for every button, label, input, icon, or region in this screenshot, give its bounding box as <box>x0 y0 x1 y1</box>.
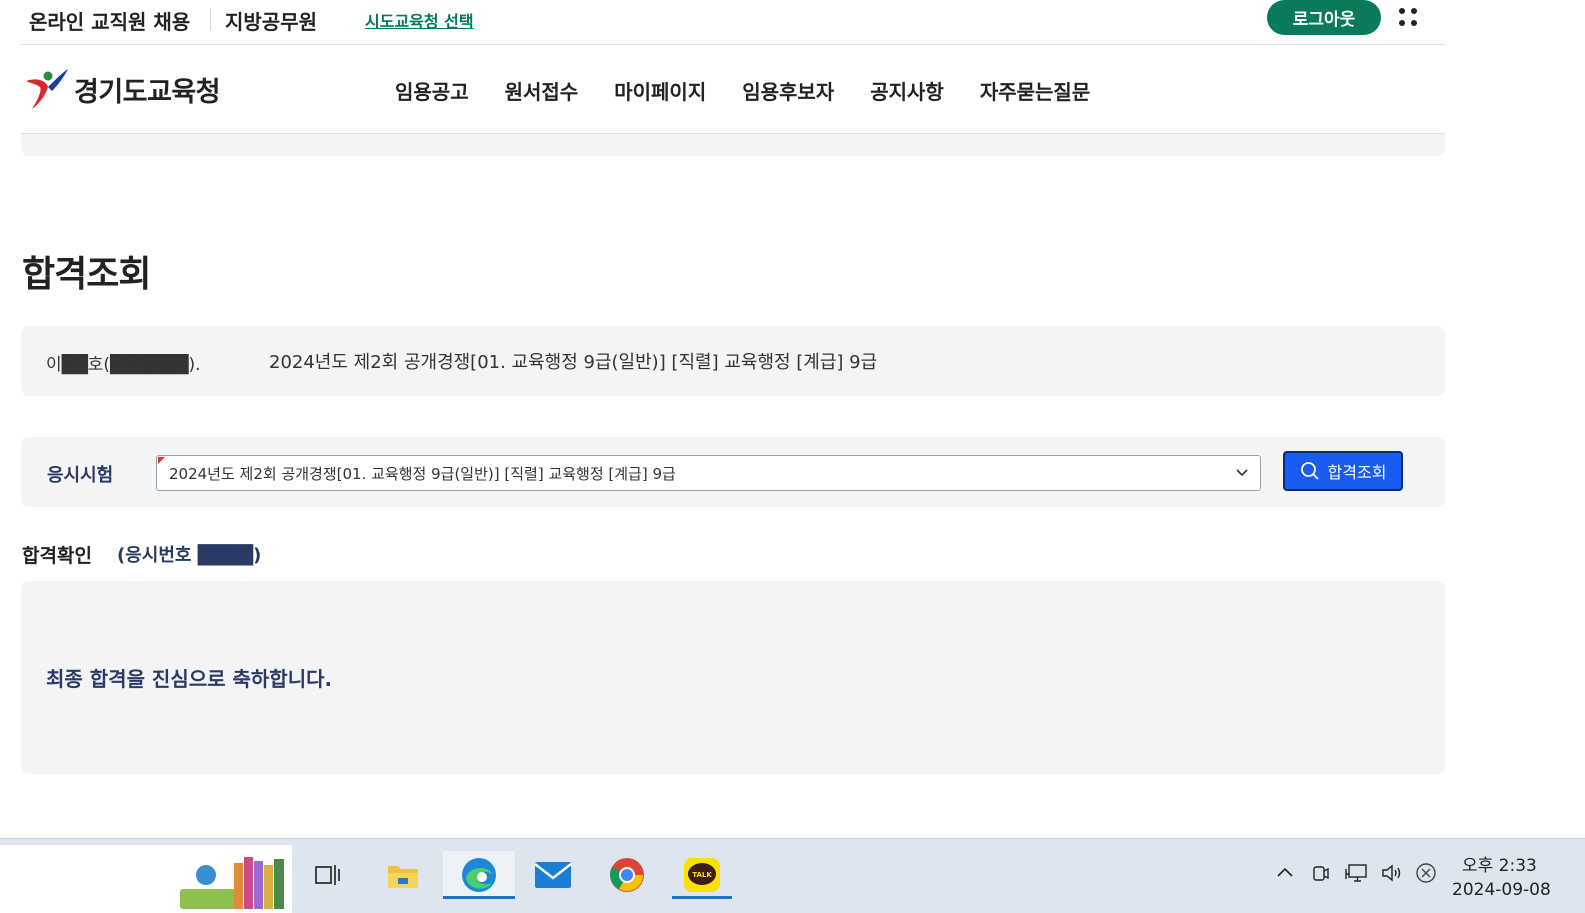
search-button-label: 합격조회 <box>1327 463 1387 482</box>
submenu-band <box>21 134 1445 156</box>
chrome-button[interactable] <box>601 851 653 899</box>
required-marker <box>158 457 165 464</box>
page-title: 합격조회 <box>22 254 151 295</box>
exam-number: (응시번호 ████) <box>117 545 262 566</box>
chevron-up-icon <box>1277 867 1293 877</box>
kakao-label: TALK <box>692 871 712 879</box>
close-circle-button[interactable] <box>1414 861 1438 885</box>
tray-overflow-button[interactable] <box>1273 861 1297 885</box>
active-indicator <box>443 896 515 899</box>
exam-select-value: 2024년도 제2회 공개경쟁[01. 교육행정 9급(일반)] [직렬] 교육… <box>169 465 676 483</box>
windows-taskbar: TALK 오후 2:33 2024-09-08 <box>0 838 1585 913</box>
all-menu-icon[interactable] <box>1397 6 1421 30</box>
nav-item-candidates[interactable]: 임용후보자 <box>742 76 834 105</box>
search-icon <box>1300 462 1319 480</box>
search-result-button[interactable]: 합격조회 <box>1283 451 1403 491</box>
chrome-icon <box>610 858 644 892</box>
mail-icon <box>534 862 572 888</box>
result-panel: 최종 합격을 진심으로 축하합니다. <box>21 581 1445 774</box>
chevron-down-icon <box>1236 469 1248 477</box>
gyeonggi-logo-icon <box>26 69 68 109</box>
nav-item-announcements[interactable]: 임용공고 <box>395 76 469 105</box>
volume-icon <box>1382 864 1401 882</box>
edge-button[interactable] <box>443 851 515 899</box>
result-label: 합격확인 <box>22 545 92 567</box>
applicant-name: 이██호(██████). <box>46 355 201 375</box>
camera-button[interactable] <box>1309 861 1333 885</box>
exam-select-label: 응시시험 <box>47 465 114 486</box>
kakaotalk-icon: TALK <box>684 858 720 892</box>
network-icon <box>1345 864 1367 882</box>
folder-icon <box>388 866 418 888</box>
kakaotalk-button[interactable]: TALK <box>672 851 732 899</box>
edge-icon <box>462 858 496 892</box>
mail-button[interactable] <box>527 851 579 899</box>
utility-bar: 온라인 교직원 채용 지방공무원 시도교육청 선택 로그아웃 <box>0 0 1446 44</box>
divider <box>210 8 211 30</box>
site-header: 경기도교육청 임용공고 원서접수 마이페이지 임용후보자 공지사항 자주묻는질문 <box>0 45 1446 133</box>
active-indicator <box>672 896 732 899</box>
applicant-exam: 2024년도 제2회 공개경쟁[01. 교육행정 9급(일반)] [직렬] 교육… <box>269 352 878 373</box>
file-explorer-button[interactable] <box>377 851 429 899</box>
nav-item-application[interactable]: 원서접수 <box>505 76 579 105</box>
clock-time[interactable]: 오후 2:33 <box>1462 851 1537 876</box>
clock-date[interactable]: 2024-09-08 <box>1452 880 1551 900</box>
volume-button[interactable] <box>1380 861 1404 885</box>
category-link[interactable]: 지방공무원 <box>225 6 317 35</box>
logo[interactable]: 경기도교육청 <box>24 67 221 111</box>
camera-icon <box>1313 866 1329 881</box>
close-circle-icon <box>1416 863 1436 883</box>
taskbar-search-area[interactable] <box>0 845 292 913</box>
office-select-link[interactable]: 시도교육청 선택 <box>365 8 474 32</box>
result-message: 최종 합격을 진심으로 축하합니다. <box>46 667 333 691</box>
logout-button[interactable]: 로그아웃 <box>1267 0 1381 35</box>
exam-select-dropdown[interactable]: 2024년도 제2회 공개경쟁[01. 교육행정 9급(일반)] [직렬] 교육… <box>156 455 1261 491</box>
nav-item-faq[interactable]: 자주묻는질문 <box>980 76 1090 105</box>
task-view-button[interactable] <box>302 851 354 899</box>
books-widget-icon <box>180 857 284 909</box>
exam-select-panel: 응시시험 2024년도 제2회 공개경쟁[01. 교육행정 9급(일반)] [직… <box>21 437 1445 507</box>
logo-text: 경기도교육청 <box>74 76 221 108</box>
network-button[interactable] <box>1344 861 1368 885</box>
nav-item-mypage[interactable]: 마이페이지 <box>614 76 706 105</box>
task-view-icon <box>315 865 340 885</box>
nav-item-notices[interactable]: 공지사항 <box>870 76 944 105</box>
site-name[interactable]: 온라인 교직원 채용 <box>29 6 190 35</box>
applicant-info-panel: 이██호(██████). 2024년도 제2회 공개경쟁[01. 교육행정 9… <box>21 326 1445 396</box>
main-nav: 임용공고 원서접수 마이페이지 임용후보자 공지사항 자주묻는질문 <box>395 76 1126 105</box>
